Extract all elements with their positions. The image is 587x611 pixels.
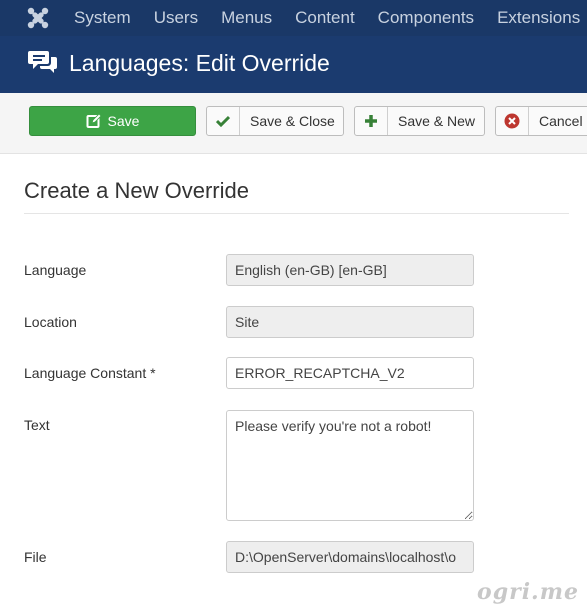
page-title: Languages: Edit Override	[69, 50, 330, 76]
plus-icon	[355, 107, 388, 135]
cancel-button[interactable]: Cancel	[495, 106, 587, 136]
save-close-button[interactable]: Save & Close	[206, 106, 344, 136]
nav-item-menus[interactable]: Menus	[221, 8, 272, 28]
top-navbar: System Users Menus Content Components Ex…	[0, 0, 587, 36]
save-new-button[interactable]: Save & New	[354, 106, 485, 136]
text-textarea[interactable]: Please verify you're not a robot!	[226, 410, 474, 521]
watermark: ogri.me	[477, 579, 579, 605]
language-constant-label: Language Constant *	[24, 365, 156, 381]
location-field: Site	[226, 306, 474, 338]
file-field: D:\OpenServer\domains\localhost\o	[226, 541, 474, 573]
nav-item-components[interactable]: Components	[378, 8, 474, 28]
cancel-label: Cancel	[539, 113, 583, 129]
divider	[24, 213, 569, 214]
save-button-label: Save	[107, 113, 140, 129]
text-label: Text	[24, 417, 50, 433]
edit-icon	[86, 113, 102, 128]
toolbar: Save Save & Close Save & New Cancel	[0, 93, 587, 154]
page-header: Languages: Edit Override	[0, 36, 587, 93]
comments-icon	[28, 51, 57, 73]
language-label: Language	[24, 262, 87, 278]
location-label: Location	[24, 314, 77, 330]
check-icon	[207, 107, 240, 135]
joomla-logo-icon[interactable]	[26, 6, 50, 30]
nav-item-extensions[interactable]: Extensions	[497, 8, 580, 28]
cancel-circle-icon	[496, 107, 529, 135]
nav-item-users[interactable]: Users	[154, 8, 198, 28]
save-button[interactable]: Save	[29, 106, 196, 136]
nav-item-content[interactable]: Content	[295, 8, 355, 28]
language-field: English (en-GB) [en-GB]	[226, 254, 474, 286]
file-label: File	[24, 549, 47, 565]
save-new-label: Save & New	[398, 113, 476, 129]
nav-item-system[interactable]: System	[74, 8, 131, 28]
save-close-label: Save & Close	[250, 113, 335, 129]
language-constant-input[interactable]: ERROR_RECAPTCHA_V2	[226, 357, 474, 389]
form-heading: Create a New Override	[24, 178, 249, 203]
